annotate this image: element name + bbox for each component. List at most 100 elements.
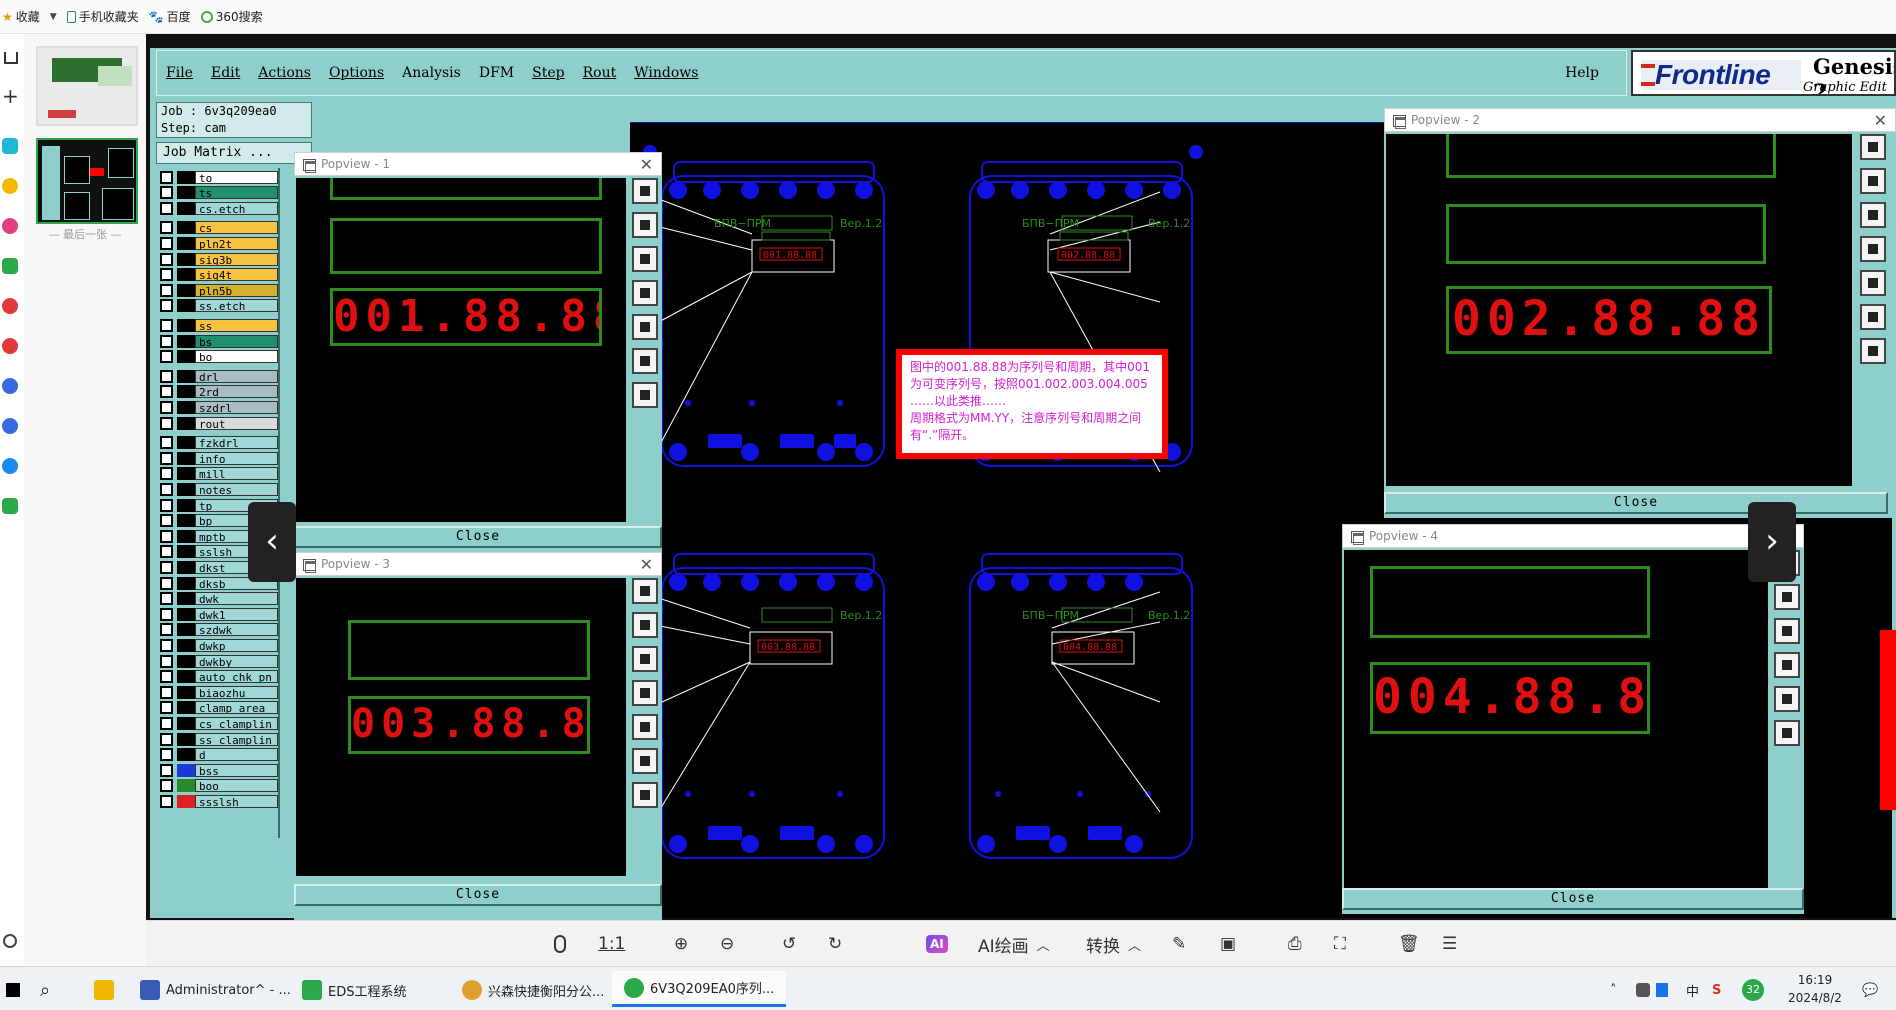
layer-row[interactable]: szdwk: [156, 623, 278, 637]
pan-right-icon[interactable]: [632, 714, 658, 740]
layer-checkbox[interactable]: [160, 385, 173, 399]
layer-row[interactable]: ss.etch: [156, 299, 278, 313]
layer-name[interactable]: info: [195, 451, 278, 465]
zoom-tool-icon[interactable]: [632, 578, 658, 604]
convert-button[interactable]: 转换 ︿: [1086, 931, 1141, 957]
layer-checkbox[interactable]: [160, 514, 173, 528]
layer-row[interactable]: notes: [156, 482, 278, 496]
windows-start-icon[interactable]: [6, 975, 20, 1005]
layer-name[interactable]: dwkby: [195, 654, 278, 668]
layer-checkbox[interactable]: [160, 283, 173, 297]
rotate-left-icon[interactable]: ↺: [782, 931, 796, 957]
pan-up-icon[interactable]: [1860, 168, 1886, 194]
app-icon-10[interactable]: [2, 498, 18, 514]
job-matrix-button[interactable]: Job Matrix ...: [156, 142, 312, 164]
layer-color-swatch[interactable]: [177, 221, 195, 235]
pan-down-icon[interactable]: [1774, 584, 1800, 610]
layer-name[interactable]: boo: [195, 779, 278, 793]
popview-4-titlebar[interactable]: Popview - 4✕: [1342, 524, 1804, 548]
layer-checkbox[interactable]: [160, 400, 173, 414]
layer-row[interactable]: ss: [156, 318, 278, 332]
layer-checkbox[interactable]: [160, 467, 173, 481]
search-icon[interactable]: ⌕: [40, 975, 50, 1005]
layer-name[interactable]: ssslsh: [195, 794, 278, 808]
layer-color-swatch[interactable]: [177, 350, 195, 364]
notification-badge[interactable]: 32: [1742, 975, 1764, 1005]
layer-color-swatch[interactable]: [177, 451, 195, 465]
actual-size-button[interactable]: 1:1: [598, 931, 625, 957]
layer-name[interactable]: fzkdrl: [195, 436, 278, 450]
menu-help[interactable]: Help: [1556, 65, 1608, 81]
layer-name[interactable]: biaozhu: [195, 685, 278, 699]
layer-name[interactable]: sig3b: [195, 252, 278, 266]
layer-row[interactable]: pln5b: [156, 283, 278, 297]
layer-name[interactable]: dwk1: [195, 607, 278, 621]
layer-color-swatch[interactable]: [177, 716, 195, 730]
taskbar-item-image[interactable]: 6V3Q209EA0序列...: [612, 971, 787, 1007]
next-image-button[interactable]: ›: [1748, 502, 1796, 582]
mouse-icon[interactable]: [554, 931, 566, 957]
close-icon[interactable]: ✕: [1874, 111, 1887, 130]
ai-draw-button[interactable]: AI绘画 ︿: [978, 931, 1050, 957]
layer-color-swatch[interactable]: [177, 467, 195, 481]
menu-analysis[interactable]: Analysis: [393, 65, 470, 81]
fit-icon[interactable]: [1860, 304, 1886, 330]
layer-color-swatch[interactable]: [177, 654, 195, 668]
settings-icon[interactable]: [3, 934, 17, 948]
layer-checkbox[interactable]: [160, 607, 173, 621]
menu-edit[interactable]: Edit: [202, 65, 249, 81]
popview-1-close-button[interactable]: Close: [294, 526, 662, 548]
pan-left-icon[interactable]: [632, 680, 658, 706]
layer-checkbox[interactable]: [160, 334, 173, 348]
layer-row[interactable]: clamp_area: [156, 701, 278, 715]
layer-color-swatch[interactable]: [177, 186, 195, 200]
layer-name[interactable]: ss: [195, 318, 278, 332]
layer-color-swatch[interactable]: [177, 498, 195, 512]
menu-dfm[interactable]: DFM: [470, 65, 523, 81]
layer-row[interactable]: bs: [156, 334, 278, 348]
layer-color-swatch[interactable]: [177, 436, 195, 450]
layer-name[interactable]: bs: [195, 334, 278, 348]
layer-name[interactable]: drl: [195, 369, 278, 383]
layer-checkbox[interactable]: [160, 670, 173, 684]
home-icon[interactable]: [4, 52, 18, 64]
zoom-out-icon[interactable]: ⊖: [720, 931, 734, 957]
layer-name[interactable]: dwkp: [195, 638, 278, 652]
taskbar-item-administrator[interactable]: Administrator^ - ...: [140, 975, 291, 1005]
pan-down-icon[interactable]: [632, 646, 658, 672]
close-icon[interactable]: ✕: [640, 155, 653, 174]
layer-row[interactable]: rout: [156, 416, 278, 430]
layer-checkbox[interactable]: [160, 623, 173, 637]
layer-checkbox[interactable]: [160, 350, 173, 364]
pan-left-icon[interactable]: [632, 280, 658, 306]
layer-checkbox[interactable]: [160, 451, 173, 465]
layer-checkbox[interactable]: [160, 763, 173, 777]
taskbar-item-eds[interactable]: EDS工程系统: [302, 975, 406, 1005]
layer-color-swatch[interactable]: [177, 779, 195, 793]
layer-checkbox[interactable]: [160, 170, 173, 184]
menu-rout[interactable]: Rout: [574, 65, 626, 81]
layer-color-swatch[interactable]: [177, 638, 195, 652]
layer-color-swatch[interactable]: [177, 545, 195, 559]
layer-name[interactable]: bss: [195, 763, 278, 777]
layer-color-swatch[interactable]: [177, 416, 195, 430]
app-icon-7[interactable]: [2, 378, 18, 394]
layer-checkbox[interactable]: [160, 221, 173, 235]
layer-color-swatch[interactable]: [177, 623, 195, 637]
fit-icon[interactable]: [632, 348, 658, 374]
layer-row[interactable]: biaozhu: [156, 685, 278, 699]
pan-right-icon[interactable]: [1774, 652, 1800, 678]
layer-color-swatch[interactable]: [177, 170, 195, 184]
zoom-tool-icon[interactable]: [1860, 134, 1886, 160]
layer-name[interactable]: szdrl: [195, 400, 278, 414]
clock[interactable]: 16:19 2024/8/2: [1780, 971, 1850, 1007]
layer-name[interactable]: bo: [195, 350, 278, 364]
layer-name[interactable]: d: [195, 748, 278, 762]
layer-color-swatch[interactable]: [177, 482, 195, 496]
layer-name[interactable]: dwk: [195, 592, 278, 606]
print-icon[interactable]: ⎙: [1288, 931, 1302, 957]
bookmark-baidu[interactable]: 🐾 百度: [149, 8, 191, 25]
layer-name[interactable]: notes: [195, 482, 278, 496]
layer-row[interactable]: ssslsh: [156, 794, 278, 808]
pan-left-icon[interactable]: [1860, 236, 1886, 262]
